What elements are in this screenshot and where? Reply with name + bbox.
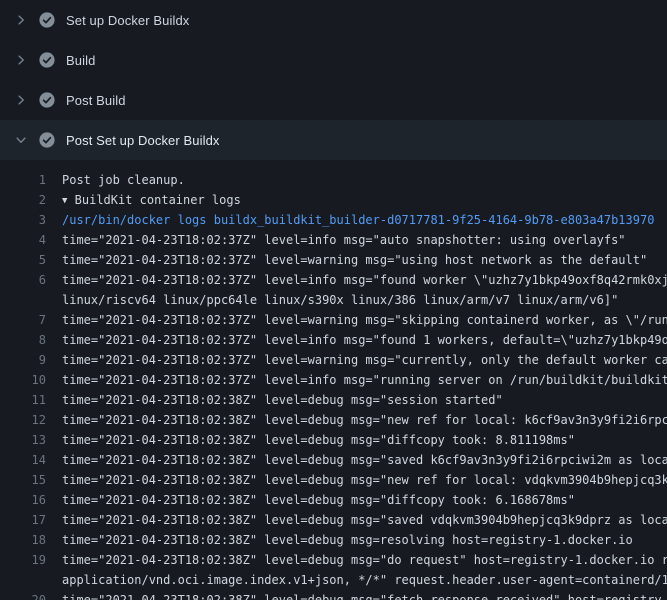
log-line-number[interactable]: 8 xyxy=(0,330,46,350)
log-text: time="2021-04-23T18:02:38Z" level=debug … xyxy=(46,430,575,450)
log-line-number[interactable]: 19 xyxy=(0,550,46,570)
log-line: 18time="2021-04-23T18:02:38Z" level=debu… xyxy=(0,530,667,550)
check-circle-icon xyxy=(39,92,55,108)
step-title: Post Set up Docker Buildx xyxy=(66,133,220,148)
chevron-right-icon xyxy=(14,53,28,67)
log-line-number[interactable]: 9 xyxy=(0,350,46,370)
log-line-number[interactable]: 7 xyxy=(0,310,46,330)
step-header-post-build[interactable]: Post Build xyxy=(0,80,667,120)
log-text: time="2021-04-23T18:02:38Z" level=debug … xyxy=(46,530,633,550)
log-text: time="2021-04-23T18:02:37Z" level=info m… xyxy=(46,230,626,250)
chevron-right-icon xyxy=(14,13,28,27)
log-line-number[interactable]: 6 xyxy=(0,270,46,290)
log-line: 12time="2021-04-23T18:02:38Z" level=debu… xyxy=(0,410,667,430)
log-line: 7time="2021-04-23T18:02:37Z" level=warni… xyxy=(0,310,667,330)
log-line: 13time="2021-04-23T18:02:38Z" level=debu… xyxy=(0,430,667,450)
log-text: time="2021-04-23T18:02:37Z" level=warnin… xyxy=(46,350,667,370)
log-line-number[interactable]: 20 xyxy=(0,590,46,600)
step-header-set-up-docker-buildx[interactable]: Set up Docker Buildx xyxy=(0,0,667,40)
log-text: time="2021-04-23T18:02:38Z" level=debug … xyxy=(46,390,503,410)
check-circle-icon xyxy=(39,12,55,28)
log-text: time="2021-04-23T18:02:37Z" level=warnin… xyxy=(46,310,667,330)
log-text: Post job cleanup. xyxy=(46,170,185,190)
log-line-number[interactable]: 16 xyxy=(0,490,46,510)
log-text: time="2021-04-23T18:02:38Z" level=debug … xyxy=(46,450,667,470)
log-line-number[interactable]: 5 xyxy=(0,250,46,270)
log-line-number[interactable]: 3 xyxy=(0,210,46,230)
log-text: time="2021-04-23T18:02:38Z" level=debug … xyxy=(46,470,667,490)
log-text: time="2021-04-23T18:02:37Z" level=info m… xyxy=(46,370,667,390)
log-line: 14time="2021-04-23T18:02:38Z" level=debu… xyxy=(0,450,667,470)
log-line: 4time="2021-04-23T18:02:37Z" level=info … xyxy=(0,230,667,250)
chevron-down-icon xyxy=(14,133,28,147)
log-line-number[interactable]: 11 xyxy=(0,390,46,410)
step-title: Post Build xyxy=(66,93,126,108)
log-text: time="2021-04-23T18:02:38Z" level=debug … xyxy=(46,590,667,600)
check-circle-icon xyxy=(39,52,55,68)
log-line: 2▼ BuildKit container logs xyxy=(0,190,667,210)
log-text: time="2021-04-23T18:02:38Z" level=debug … xyxy=(46,510,667,530)
step-title: Build xyxy=(66,53,95,68)
log-text: time="2021-04-23T18:02:38Z" level=debug … xyxy=(46,490,575,510)
step-header-post-set-up-docker-buildx[interactable]: Post Set up Docker Buildx xyxy=(0,120,667,160)
log-line-number[interactable]: 14 xyxy=(0,450,46,470)
log-line-number[interactable]: 4 xyxy=(0,230,46,250)
log-line: 16time="2021-04-23T18:02:38Z" level=debu… xyxy=(0,490,667,510)
log-line: 10time="2021-04-23T18:02:37Z" level=info… xyxy=(0,370,667,390)
log-line-number[interactable]: 10 xyxy=(0,370,46,390)
check-circle-icon xyxy=(39,132,55,148)
log-line: application/vnd.oci.image.index.v1+json,… xyxy=(0,570,667,590)
log-line-number xyxy=(0,570,46,590)
log-command-text: /usr/bin/docker logs buildx_buildkit_bui… xyxy=(46,210,654,230)
log-line-number[interactable]: 17 xyxy=(0,510,46,530)
log-line: 17time="2021-04-23T18:02:38Z" level=debu… xyxy=(0,510,667,530)
log-line: 9time="2021-04-23T18:02:37Z" level=warni… xyxy=(0,350,667,370)
group-expand-icon: ▼ xyxy=(62,191,67,210)
log-line: 3/usr/bin/docker logs buildx_buildkit_bu… xyxy=(0,210,667,230)
log-text: time="2021-04-23T18:02:37Z" level=info m… xyxy=(46,270,667,290)
log-line: 8time="2021-04-23T18:02:37Z" level=info … xyxy=(0,330,667,350)
log-line-number xyxy=(0,290,46,310)
log-area: 1Post job cleanup.2▼ BuildKit container … xyxy=(0,160,667,600)
log-line-number[interactable]: 13 xyxy=(0,430,46,450)
step-title: Set up Docker Buildx xyxy=(66,13,189,28)
log-line: 6time="2021-04-23T18:02:37Z" level=info … xyxy=(0,270,667,290)
log-group-header[interactable]: ▼ BuildKit container logs xyxy=(46,190,241,210)
log-line: linux/riscv64 linux/ppc64le linux/s390x … xyxy=(0,290,667,310)
actions-log-viewer: Set up Docker Buildx Build Post Build Post … xyxy=(0,0,667,600)
log-line-number[interactable]: 2 xyxy=(0,190,46,210)
chevron-right-icon xyxy=(14,93,28,107)
log-text: time="2021-04-23T18:02:38Z" level=debug … xyxy=(46,550,667,570)
log-line-number[interactable]: 12 xyxy=(0,410,46,430)
log-text: linux/riscv64 linux/ppc64le linux/s390x … xyxy=(46,290,618,310)
step-list: Set up Docker Buildx Build Post Build Post … xyxy=(0,0,667,160)
log-text: time="2021-04-23T18:02:37Z" level=info m… xyxy=(46,330,667,350)
log-line: 1Post job cleanup. xyxy=(0,170,667,190)
log-line-number[interactable]: 15 xyxy=(0,470,46,490)
log-line-number[interactable]: 18 xyxy=(0,530,46,550)
log-line: 19time="2021-04-23T18:02:38Z" level=debu… xyxy=(0,550,667,570)
log-line: 11time="2021-04-23T18:02:38Z" level=debu… xyxy=(0,390,667,410)
log-text: time="2021-04-23T18:02:37Z" level=warnin… xyxy=(46,250,647,270)
log-text: time="2021-04-23T18:02:38Z" level=debug … xyxy=(46,410,667,430)
log-line: 5time="2021-04-23T18:02:37Z" level=warni… xyxy=(0,250,667,270)
log-line-number[interactable]: 1 xyxy=(0,170,46,190)
log-line: 15time="2021-04-23T18:02:38Z" level=debu… xyxy=(0,470,667,490)
step-header-build[interactable]: Build xyxy=(0,40,667,80)
log-line: 20time="2021-04-23T18:02:38Z" level=debu… xyxy=(0,590,667,600)
log-text: application/vnd.oci.image.index.v1+json,… xyxy=(46,570,667,590)
